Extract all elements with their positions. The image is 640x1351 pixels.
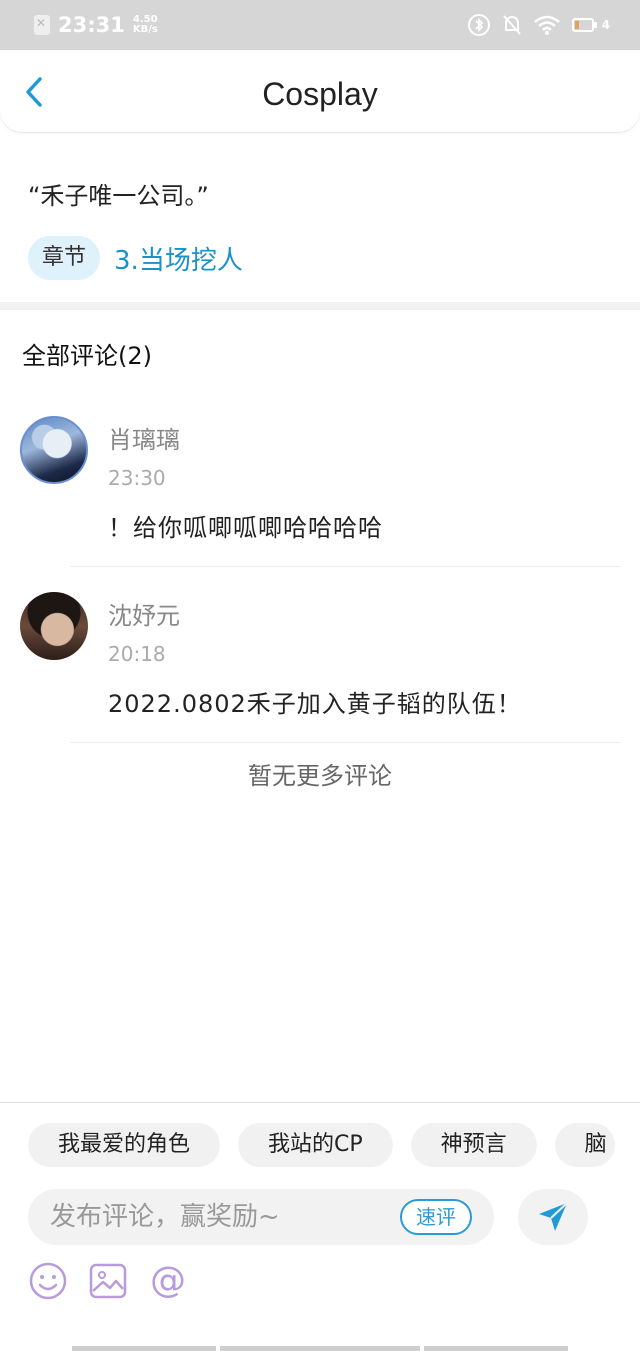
avatar[interactable] <box>20 592 88 660</box>
comment-input-box: 速评 <box>28 1189 494 1245</box>
chapter-tag: 章节 <box>28 236 101 280</box>
comment-body: 2022.0802禾子加入黄子韬的队伍！ <box>108 690 522 718</box>
network-speed: 4.50 KB/s <box>133 15 158 35</box>
comment-item: 沈妤元 20:18 2022.0802禾子加入黄子韬的队伍！ <box>0 592 640 742</box>
no-more-comments: 暂无更多评论 <box>248 762 392 790</box>
comment-author[interactable]: 沈妤元 <box>108 596 180 631</box>
page-title: Cosplay <box>262 76 378 112</box>
wifi-icon <box>533 15 560 35</box>
nav-bar-segment <box>424 1346 568 1351</box>
nav-bar-segment <box>220 1346 420 1351</box>
app-header: Cosplay <box>0 50 640 132</box>
comment-time: 20:18 <box>108 642 166 666</box>
chip-partial[interactable]: 脑 <box>554 1123 615 1167</box>
battery-level: 4 <box>601 18 610 32</box>
comment-time: 23:30 <box>108 466 166 490</box>
send-button[interactable] <box>518 1189 588 1245</box>
mention-icon: @ <box>150 1260 186 1301</box>
battery-icon <box>571 18 597 32</box>
comment-author[interactable]: 肖璃璃 <box>108 420 180 455</box>
chapter-link[interactable]: 3.当场挖人 <box>114 240 243 277</box>
quick-comment-button[interactable]: 速评 <box>400 1199 472 1235</box>
bluetooth-icon <box>467 14 490 36</box>
status-bar: 23:31 4.50 KB/s 4 <box>0 0 640 50</box>
emoji-button[interactable] <box>28 1261 68 1301</box>
comment-body: ！给你呱唧呱唧哈哈哈哈 <box>108 514 383 542</box>
mention-button[interactable]: @ <box>148 1261 188 1301</box>
comment-input-panel: 我最爱的角色 我站的CP 神预言 脑 速评 <box>0 1102 640 1351</box>
quick-topic-chips: 我最爱的角色 我站的CP 神预言 脑 <box>28 1123 615 1167</box>
emoji-icon <box>29 1262 67 1300</box>
nav-bar-segment <box>72 1346 216 1351</box>
status-time: 23:31 <box>58 13 125 37</box>
comment-item: 肖璃璃 23:30 ！给你呱唧呱唧哈哈哈哈 <box>0 416 640 566</box>
section-divider <box>0 302 640 310</box>
network-speed-unit: KB/s <box>132 24 158 35</box>
send-icon <box>539 1202 568 1231</box>
comment-divider <box>70 566 620 567</box>
chip-ship-cp[interactable]: 我站的CP <box>238 1123 393 1167</box>
chapter-row: 章节 3.当场挖人 <box>28 236 243 280</box>
mute-bell-icon <box>502 15 521 35</box>
quote-text: “禾子唯一公司。” <box>28 182 209 210</box>
chip-favorite-character[interactable]: 我最爱的角色 <box>28 1123 221 1167</box>
comment-input[interactable] <box>50 1189 390 1245</box>
comment-divider <box>70 742 620 743</box>
chip-prophecy[interactable]: 神预言 <box>410 1123 537 1167</box>
avatar[interactable] <box>20 416 88 484</box>
comments-title: 全部评论(2) <box>22 342 152 370</box>
notification-icon <box>34 15 50 35</box>
image-icon <box>89 1263 127 1299</box>
input-tools: @ <box>28 1261 188 1301</box>
image-button[interactable] <box>88 1261 128 1301</box>
